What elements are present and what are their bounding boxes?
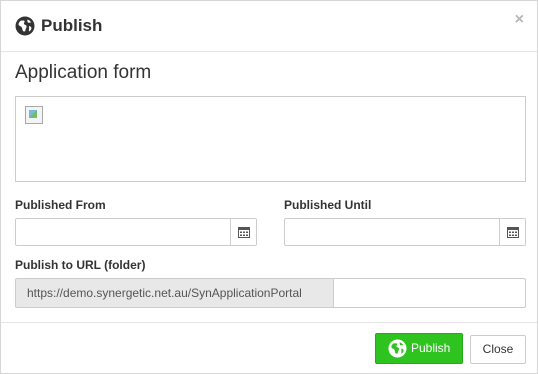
publish-button-label: Publish <box>411 341 451 355</box>
calendar-icon <box>237 227 250 238</box>
close-icon[interactable]: × <box>515 12 524 28</box>
globe-icon <box>15 16 35 36</box>
publish-url-group: https://demo.synergetic.net.au/SynApplic… <box>15 278 526 308</box>
close-button[interactable]: Close <box>470 335 526 364</box>
publish-button[interactable]: Publish <box>375 333 463 364</box>
modal-header: Publish × <box>1 1 537 52</box>
modal-title: Publish <box>41 16 103 35</box>
calendar-icon <box>506 227 519 238</box>
image-preview-area <box>15 96 526 182</box>
published-from-input[interactable] <box>15 218 257 246</box>
published-from-label: Published From <box>15 198 106 212</box>
published-until-label: Published Until <box>284 198 372 212</box>
published-until-input[interactable] <box>284 218 526 246</box>
url-prefix: https://demo.synergetic.net.au/SynApplic… <box>15 278 333 308</box>
published-until-calendar-button[interactable] <box>499 219 525 245</box>
publish-url-input[interactable] <box>333 278 526 308</box>
publish-modal: Publish × Application form Published Fro… <box>0 0 538 374</box>
broken-image-icon <box>25 106 43 124</box>
section-title: Application form <box>15 62 152 83</box>
publish-url-label: Publish to URL (folder) <box>15 258 146 272</box>
published-from-calendar-button[interactable] <box>230 219 256 245</box>
globe-icon <box>388 339 407 358</box>
